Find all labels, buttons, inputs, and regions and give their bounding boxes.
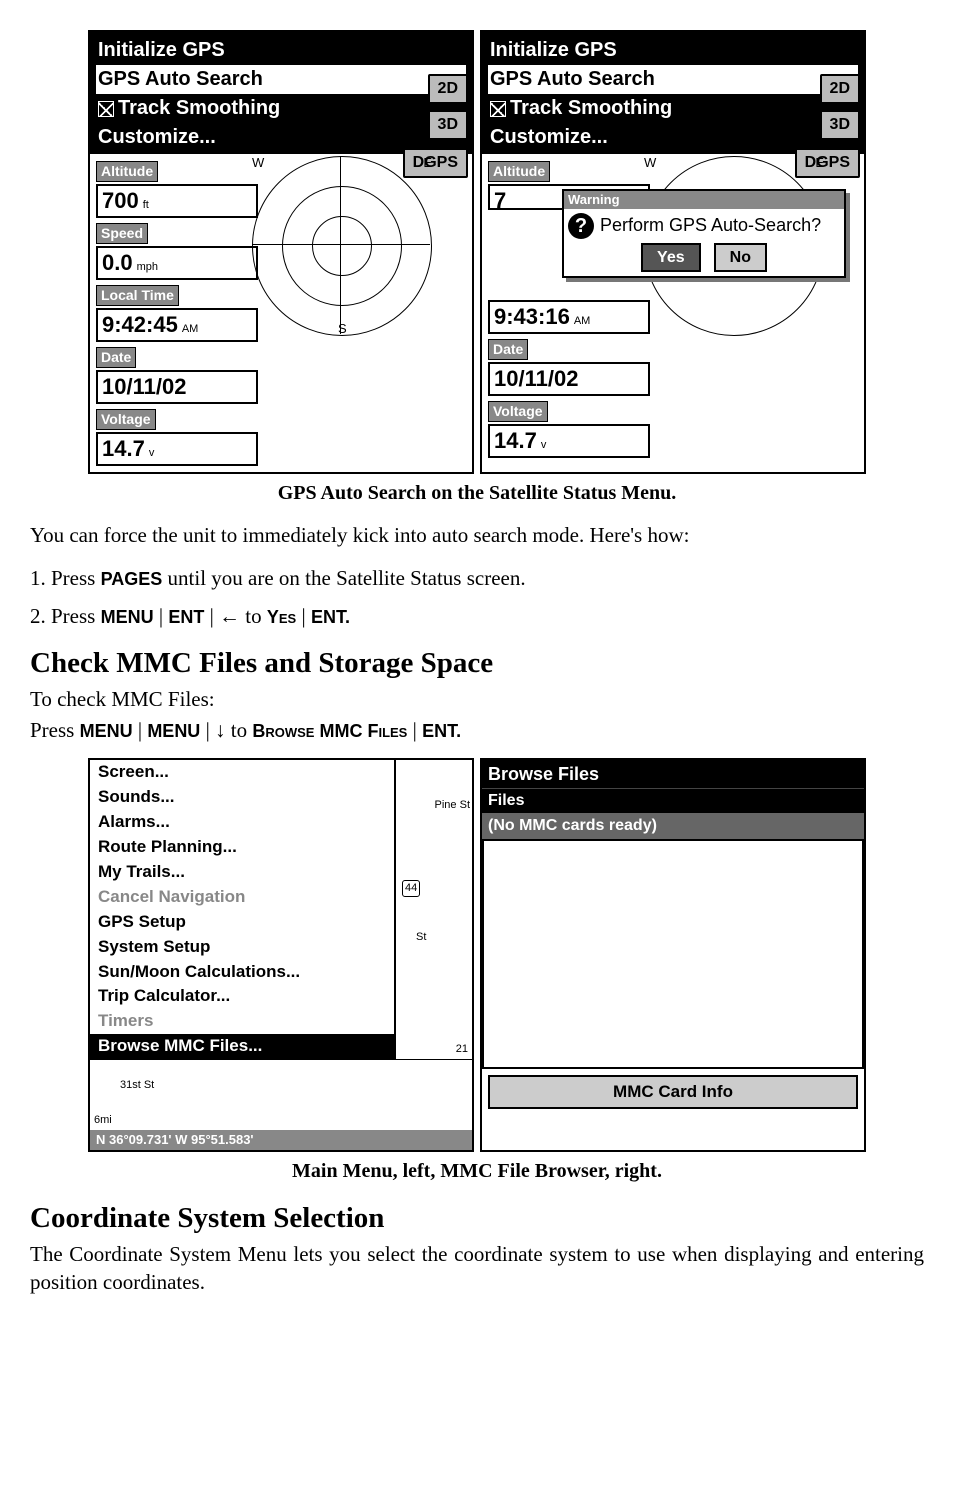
coordinates-bar: N 36°09.731' W 95°51.583': [90, 1130, 472, 1150]
map-st-label: St: [416, 930, 426, 945]
sky-view: W E S: [252, 156, 432, 336]
section-coord-system: Coordinate System Selection: [30, 1199, 924, 1238]
map-hwy-shield: 44: [402, 880, 420, 897]
voltage-value: 14.7v: [488, 424, 650, 458]
localtime-value: 9:42:45AM: [96, 308, 258, 342]
speed-label: Speed: [96, 223, 148, 244]
compass-e: E: [423, 154, 432, 172]
browse-body: [482, 839, 864, 1069]
localtime-label: Local Time: [96, 285, 179, 306]
voltage-value: 14.7v: [96, 432, 258, 466]
menu-gps-auto-search[interactable]: GPS Auto Search: [96, 65, 466, 94]
dialog-no-button[interactable]: No: [714, 243, 767, 273]
voltage-label: Voltage: [96, 409, 156, 430]
sat-status-screen-left: Initialize GPS GPS Auto Search Track Smo…: [88, 30, 474, 474]
menu-initialize-gps[interactable]: Initialize GPS: [488, 36, 858, 65]
browse-files-screen: Browse Files Files (No MMC cards ready) …: [480, 758, 866, 1152]
localtime-value: 9:43:16AM: [488, 300, 650, 334]
browse-selected-row[interactable]: (No MMC cards ready): [482, 813, 864, 839]
3d-button[interactable]: 3D: [820, 110, 860, 140]
map-pine-st: Pine St: [435, 798, 470, 813]
intro-paragraph: You can force the unit to immediately ki…: [30, 521, 924, 549]
menu-initialize-gps[interactable]: Initialize GPS: [96, 36, 466, 65]
date-value: 10/11/02: [488, 362, 650, 396]
browse-title: Browse Files: [482, 760, 864, 788]
speed-value: 0.0mph: [96, 246, 258, 280]
compass-e: E: [815, 154, 824, 172]
compass-w: W: [644, 154, 656, 172]
dialog-title: Warning: [564, 191, 844, 209]
check-mmc-keys: Press MENU | MENU | ↓ to Browse MMC File…: [30, 716, 924, 744]
figure1-caption: GPS Auto Search on the Satellite Status …: [30, 480, 924, 507]
warning-dialog: Warning ? Perform GPS Auto-Search? Yes No: [562, 189, 846, 278]
figure2-caption: Main Menu, left, MMC File Browser, right…: [30, 1158, 924, 1185]
step-2: 2. Press MENU | ENT | ← to Yes | ENT.: [30, 602, 924, 630]
step2-keys: MENU: [101, 607, 154, 627]
check-mmc-intro: To check MMC Files:: [30, 685, 924, 713]
main-menu-screen: Screen... Sounds... Alarms... Route Plan…: [88, 758, 474, 1152]
date-value: 10/11/02: [96, 370, 258, 404]
2d-button[interactable]: 2D: [820, 74, 860, 104]
altitude-label: Altitude: [488, 161, 550, 182]
mmc-card-info-button[interactable]: MMC Card Info: [488, 1075, 858, 1110]
compass-s: S: [338, 320, 347, 338]
date-label: Date: [488, 339, 528, 360]
step-1: 1. Press PAGES until you are on the Sate…: [30, 564, 924, 592]
dialog-yes-button[interactable]: Yes: [641, 243, 701, 273]
2d-button[interactable]: 2D: [428, 74, 468, 104]
map-strip: 6mi 31st St: [90, 1059, 472, 1130]
sat-status-screen-right: Initialize GPS GPS Auto Search Track Smo…: [480, 30, 866, 474]
coord-system-paragraph: The Coordinate System Menu lets you sele…: [30, 1240, 924, 1297]
compass-w: W: [252, 154, 264, 172]
map-miles: 21: [456, 1042, 468, 1057]
map-scale: 6mi: [94, 1113, 112, 1128]
altitude-label: Altitude: [96, 161, 158, 182]
dialog-text: Perform GPS Auto-Search?: [600, 215, 821, 235]
menu-gps-auto-search[interactable]: GPS Auto Search: [488, 65, 858, 94]
altitude-value: 700ft: [96, 184, 258, 218]
date-label: Date: [96, 347, 136, 368]
section-check-mmc: Check MMC Files and Storage Space: [30, 644, 924, 683]
menu-track-smoothing[interactable]: Track Smoothing: [96, 94, 466, 123]
browse-subtitle: Files: [482, 788, 864, 813]
voltage-label: Voltage: [488, 401, 548, 422]
3d-button[interactable]: 3D: [428, 110, 468, 140]
question-icon: ?: [568, 213, 594, 239]
menu-track-smoothing[interactable]: Track Smoothing: [488, 94, 858, 123]
